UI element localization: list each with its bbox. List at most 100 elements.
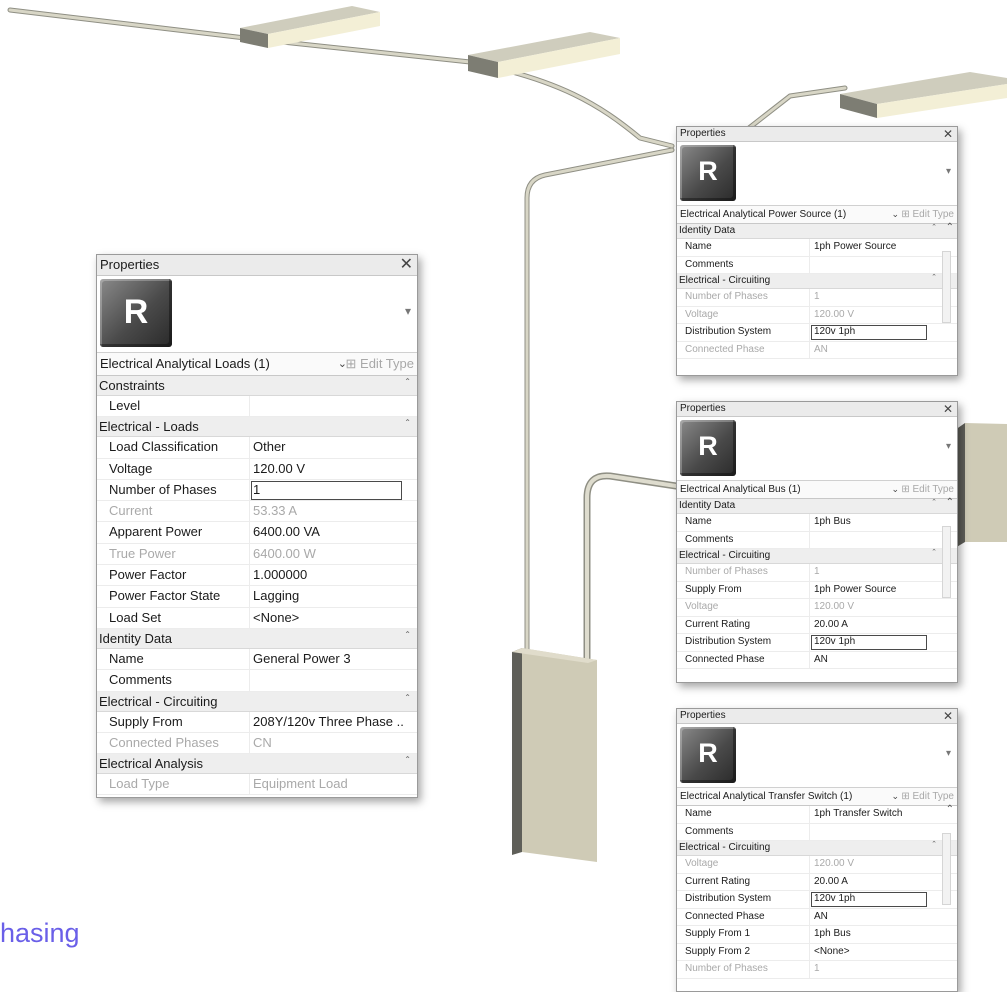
property-value[interactable]: 20.00 A xyxy=(814,617,929,633)
property-value[interactable]: 120.00 V xyxy=(253,459,403,479)
property-row-distribution-system[interactable]: Distribution System 120v 1ph xyxy=(677,324,957,342)
collapse-icon[interactable]: ⌃ xyxy=(404,413,411,432)
chevron-down-icon[interactable]: ▾ xyxy=(405,304,411,318)
property-row-comments[interactable]: Comments xyxy=(677,823,957,841)
property-row-voltage[interactable]: Voltage 120.00 V xyxy=(97,458,417,480)
type-selector[interactable]: Electrical Analytical Loads (1) ⌄ ⊞ Edit T… xyxy=(97,353,417,376)
group-label: Electrical Analysis xyxy=(99,756,204,772)
property-value[interactable]: 1.000000 xyxy=(253,565,403,585)
chevron-down-icon[interactable]: ⌄ xyxy=(891,788,899,805)
chevron-down-icon[interactable]: ▾ xyxy=(946,166,951,177)
property-row-comments[interactable]: Comments xyxy=(677,531,957,549)
property-row-current-rating[interactable]: Current Rating 20.00 A xyxy=(677,616,957,634)
collapse-icon[interactable]: ⌃ xyxy=(404,372,411,391)
property-row-name[interactable]: Name 1ph Transfer Switch xyxy=(677,806,957,824)
property-value[interactable]: 208Y/120v Three Phase ... xyxy=(253,712,403,732)
properties-panel-loads[interactable]: Properties ✕ R ▾ Electrical Analytical Loads… xyxy=(96,254,418,798)
group-electrical-circuiting[interactable]: Electrical - Circuiting ⌃ xyxy=(677,274,957,289)
property-row-distribution-system[interactable]: Distribution System 120v 1ph xyxy=(677,634,957,652)
properties-panel-transfer-switch[interactable]: Properties ✕ R ▾ Electrical Analytical Trans… xyxy=(676,708,958,992)
property-row-supply-from[interactable]: Supply From 1ph Power Source xyxy=(677,581,957,599)
property-value[interactable]: 6400.00 VA xyxy=(253,522,403,542)
close-icon[interactable]: ✕ xyxy=(400,255,413,275)
scrollbar-track[interactable] xyxy=(942,526,951,598)
collapse-icon[interactable]: ⌃ xyxy=(404,750,411,769)
property-row-supply-from-1[interactable]: Supply From 1 1ph Bus xyxy=(677,926,957,944)
property-value[interactable]: <None> xyxy=(253,608,403,628)
collapse-icon[interactable]: ⌃ xyxy=(931,221,937,235)
property-value[interactable]: Lagging xyxy=(253,586,403,606)
property-value[interactable]: 1ph Bus xyxy=(814,926,929,942)
property-value[interactable]: 20.00 A xyxy=(814,874,929,890)
collapse-icon[interactable]: ⌃ xyxy=(931,838,937,852)
property-value[interactable]: 120v 1ph xyxy=(814,634,929,650)
property-value[interactable]: 120v 1ph xyxy=(814,891,929,907)
property-value[interactable]: 1ph Power Source xyxy=(814,582,929,598)
property-value[interactable]: 1ph Transfer Switch xyxy=(814,806,929,822)
property-row-connected-phase[interactable]: Connected Phase AN xyxy=(677,908,957,926)
property-row-name[interactable]: Name 1ph Power Source xyxy=(677,239,957,257)
property-value[interactable]: 1 xyxy=(253,480,403,500)
group-constraints[interactable]: Constraints ⌃ xyxy=(97,376,417,396)
property-row-level[interactable]: Level xyxy=(97,396,417,418)
property-value[interactable]: Other xyxy=(253,437,403,457)
group-identity-data[interactable]: Identity Data ⌃ xyxy=(677,499,957,514)
properties-panel-bus[interactable]: Properties ✕ R ▾ Electrical Analytical Bus (… xyxy=(676,401,958,683)
property-row-apparent-power[interactable]: Apparent Power 6400.00 VA xyxy=(97,522,417,544)
chevron-down-icon[interactable]: ▾ xyxy=(946,441,951,452)
chevron-down-icon[interactable]: ▾ xyxy=(946,748,951,759)
property-value[interactable]: 120v 1ph xyxy=(814,324,929,340)
type-selector[interactable]: Electrical Analytical Power Source (1) ⌄ ⊞… xyxy=(677,206,957,224)
scrollbar-track[interactable] xyxy=(942,833,951,905)
property-value[interactable]: AN xyxy=(814,909,929,925)
type-selector[interactable]: Electrical Analytical Bus (1) ⌄ ⊞ Edit Typ… xyxy=(677,481,957,499)
chevron-down-icon[interactable]: ⌄ xyxy=(891,481,899,498)
group-electrical-circuiting[interactable]: Electrical - Circuiting ⌃ xyxy=(677,549,957,564)
type-selector[interactable]: Electrical Analytical Transfer Switch (1… xyxy=(677,788,957,806)
close-icon[interactable]: ✕ xyxy=(943,402,953,416)
close-icon[interactable]: ✕ xyxy=(943,127,953,141)
scroll-up-icon[interactable]: ⌃ xyxy=(946,222,954,233)
property-value[interactable]: <None> xyxy=(814,944,929,960)
property-value[interactable]: General Power 3 xyxy=(253,649,403,669)
property-row-power-factor[interactable]: Power Factor 1.000000 xyxy=(97,565,417,587)
chevron-down-icon[interactable]: ⌄ xyxy=(891,206,899,223)
group-electrical-circuiting[interactable]: Electrical - Circuiting ⌃ xyxy=(97,691,417,712)
column-divider xyxy=(809,616,810,633)
property-row-load-set[interactable]: Load Set <None> xyxy=(97,607,417,629)
property-value[interactable]: AN xyxy=(814,652,929,668)
property-row-load-classification[interactable]: Load Classification Other xyxy=(97,437,417,459)
group-electrical-analysis[interactable]: Electrical Analysis ⌃ xyxy=(97,754,417,775)
property-row-supply-from-2[interactable]: Supply From 2 <None> xyxy=(677,943,957,961)
property-row-number-of-phases[interactable]: Number of Phases 1 xyxy=(97,479,417,502)
property-row-comments[interactable]: Comments xyxy=(97,670,417,692)
property-row-supply-from[interactable]: Supply From 208Y/120v Three Phase ... xyxy=(97,711,417,733)
collapse-icon[interactable]: ⌃ xyxy=(931,496,937,510)
property-row-name[interactable]: Name General Power 3 xyxy=(97,648,417,671)
close-icon[interactable]: ✕ xyxy=(943,709,953,723)
scroll-up-icon[interactable]: ⌃ xyxy=(946,804,954,815)
property-row-name[interactable]: Name 1ph Bus xyxy=(677,514,957,532)
property-row-power-factor-state[interactable]: Power Factor State Lagging xyxy=(97,586,417,608)
property-row-current-rating[interactable]: Current Rating 20.00 A xyxy=(677,873,957,891)
group-identity-data[interactable]: Identity Data ⌃ xyxy=(677,224,957,239)
edit-type-button[interactable]: ⊞ Edit Type xyxy=(901,788,954,805)
edit-type-button[interactable]: ⊞ Edit Type xyxy=(901,481,954,498)
collapse-icon[interactable]: ⌃ xyxy=(404,625,411,644)
edit-type-button[interactable]: ⊞ Edit Type xyxy=(901,206,954,223)
column-divider xyxy=(809,908,810,925)
property-value[interactable]: 1ph Bus xyxy=(814,514,929,530)
property-value[interactable]: 1ph Power Source xyxy=(814,239,929,255)
property-row-comments[interactable]: Comments xyxy=(677,256,957,274)
collapse-icon[interactable]: ⌃ xyxy=(931,271,937,285)
group-electrical-loads[interactable]: Electrical - Loads ⌃ xyxy=(97,417,417,438)
property-row-connected-phase[interactable]: Connected Phase AN xyxy=(677,651,957,669)
scrollbar-track[interactable] xyxy=(942,251,951,323)
collapse-icon[interactable]: ⌃ xyxy=(931,546,937,560)
group-identity-data[interactable]: Identity Data ⌃ xyxy=(97,628,417,649)
property-row-distribution-system[interactable]: Distribution System 120v 1ph xyxy=(677,891,957,909)
collapse-icon[interactable]: ⌃ xyxy=(404,688,411,707)
properties-panel-power-source[interactable]: Properties ✕ R ▾ Electrical Analytical Power… xyxy=(676,126,958,376)
scroll-up-icon[interactable]: ⌃ xyxy=(946,497,954,508)
group-electrical-circuiting[interactable]: Electrical - Circuiting ⌃ xyxy=(677,841,957,856)
